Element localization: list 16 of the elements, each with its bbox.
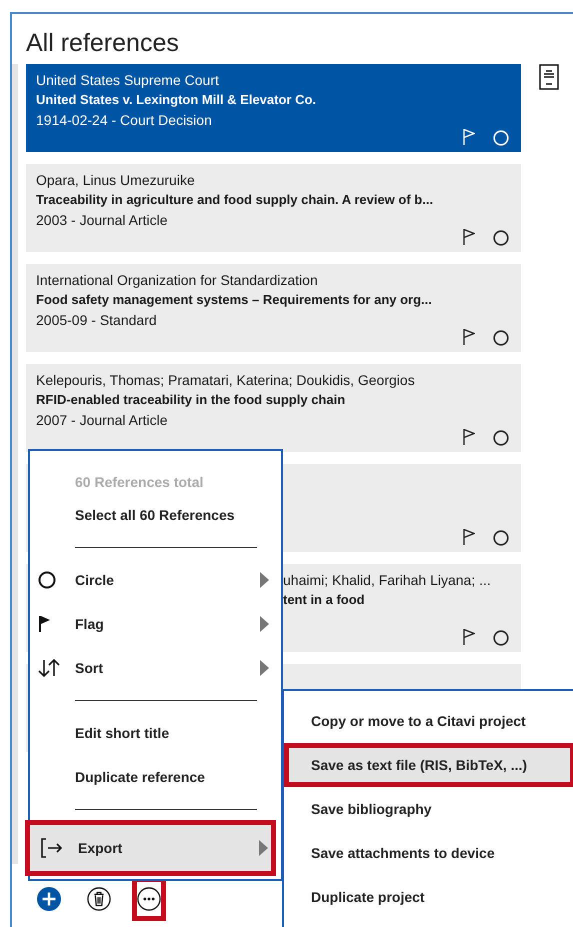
reference-authors: Opara, Linus Umezuruike	[36, 171, 195, 190]
reference-meta: 1914-02-24 - Court Decision	[36, 111, 212, 130]
reference-title: RFID-enabled traceability in the food supply chain	[36, 391, 346, 409]
reference-meta: 2003 - Journal Article	[36, 211, 168, 230]
reference-title: Food safety management systems – Requirements for any org...	[36, 291, 432, 309]
reference-title: United States v. Lexington Mill & Elevator Co.	[36, 91, 316, 109]
reference-authors: uhaimi; Khalid, Farihah Liyana; ...	[283, 571, 491, 590]
page-title: All references	[26, 28, 179, 59]
reference-authors: United States Supreme Court	[36, 71, 219, 90]
menu-header: 60 References total	[75, 473, 204, 492]
reference-meta: 2005-09 - Standard	[36, 311, 157, 330]
reference-title: tent in a food	[283, 591, 365, 609]
reference-title: Traceability in agriculture and food supply chain. A review of b...	[36, 191, 434, 209]
reference-meta: 2007 - Journal Article	[36, 411, 168, 430]
reference-authors: International Organization for Standardization	[36, 271, 318, 290]
reference-authors: Kelepouris, Thomas; Pramatari, Katerina; Doukidis, Georgios	[36, 371, 415, 390]
